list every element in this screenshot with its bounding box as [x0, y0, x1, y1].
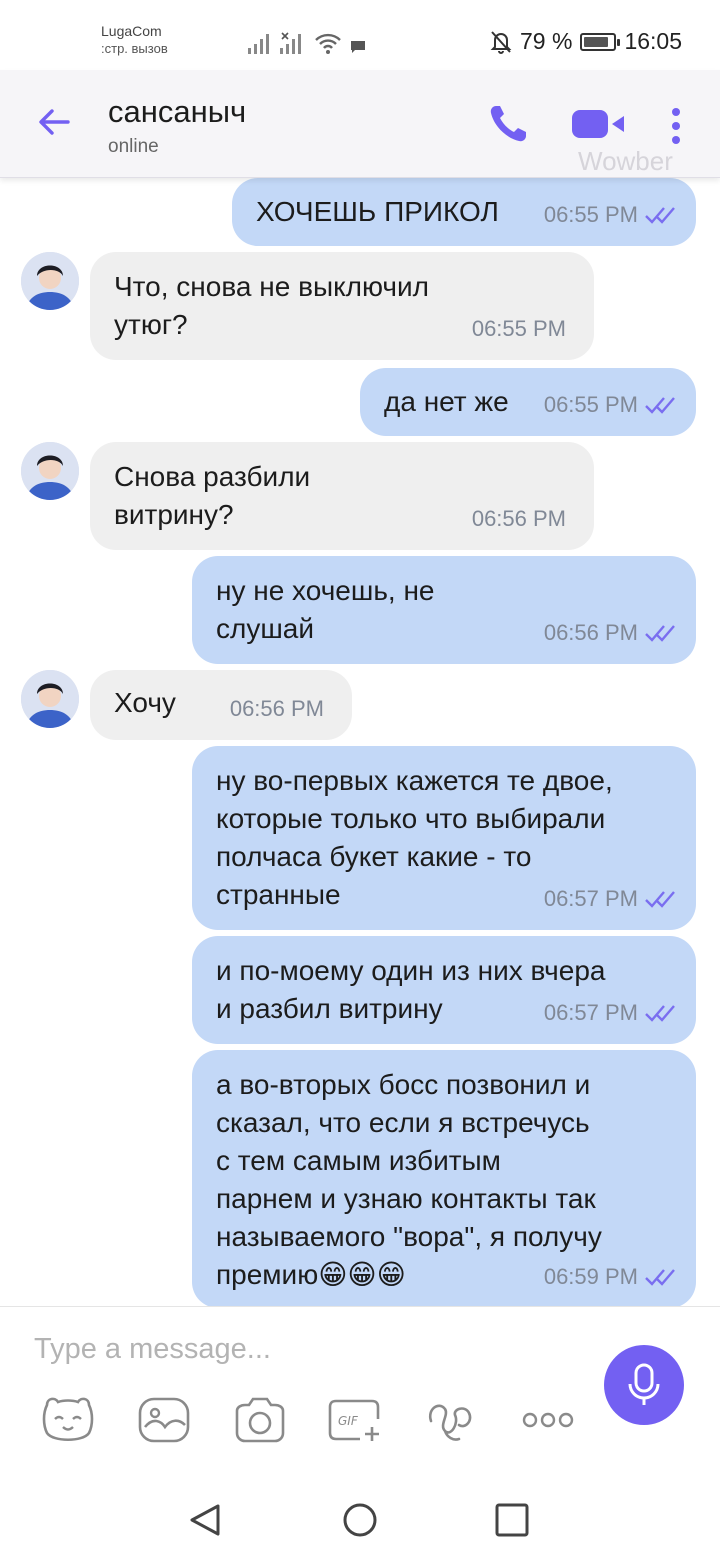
- message-input[interactable]: [34, 1329, 574, 1369]
- more-vert-icon[interactable]: [664, 104, 688, 148]
- carrier-info: LugaCom :стр. вызов: [101, 22, 168, 58]
- double-check-icon: [645, 397, 675, 414]
- microphone-icon: [628, 1363, 660, 1405]
- message-meta: 06:55 PM: [544, 196, 678, 234]
- watermark: Wowber: [578, 146, 673, 176]
- message-time: 06:56 PM: [471, 506, 566, 531]
- double-check-icon: [645, 207, 675, 224]
- gallery-icon: [138, 1397, 190, 1443]
- video-call-icon[interactable]: [570, 106, 628, 142]
- gif-icon: GIF: [328, 1399, 380, 1441]
- chat-header: сансаныч online Wowber: [0, 70, 720, 178]
- message-meta: 06:59 PM: [544, 1258, 678, 1296]
- message-incoming[interactable]: Хочу 06:56 PM: [90, 670, 352, 740]
- contact-name[interactable]: сансаныч: [108, 94, 246, 130]
- doodle-button[interactable]: [424, 1395, 480, 1445]
- message-outgoing[interactable]: ХОЧЕШЬ ПРИКОЛ 06:55 PM: [232, 178, 696, 246]
- gif-button[interactable]: GIF: [328, 1395, 384, 1445]
- sticker-button[interactable]: [40, 1395, 96, 1445]
- status-right: 79 % 16:05: [490, 28, 682, 55]
- camera-icon: [235, 1397, 285, 1443]
- message-meta: 06:55 PM: [472, 310, 566, 348]
- message-notification-icon: [351, 41, 365, 53]
- signal-icon: [248, 34, 269, 54]
- message-meta: 06:57 PM: [544, 880, 678, 918]
- message-time: 06:59 PM: [543, 1264, 638, 1289]
- carrier-name: LugaCom: [101, 23, 162, 39]
- avatar[interactable]: [21, 670, 79, 728]
- message-list[interactable]: ХОЧЕШЬ ПРИКОЛ 06:55 PM Что, снова не вык…: [0, 178, 720, 1306]
- avatar-photo: [21, 252, 79, 310]
- avatar[interactable]: [21, 252, 79, 310]
- clock: 16:05: [624, 28, 682, 54]
- double-check-icon: [645, 891, 675, 908]
- message-outgoing[interactable]: ну не хочешь, не слушай 06:56 PM: [192, 556, 696, 664]
- svg-text:GIF: GIF: [338, 1414, 359, 1428]
- message-time: 06:57 PM: [543, 886, 638, 911]
- message-time: 06:56 PM: [229, 696, 324, 721]
- system-nav-bar: [0, 1476, 720, 1560]
- bell-muted-icon: [490, 30, 512, 54]
- phone-call-icon[interactable]: [486, 102, 530, 146]
- camera-button[interactable]: [232, 1395, 288, 1445]
- doodle-icon: [428, 1404, 472, 1441]
- double-check-icon: [645, 1269, 675, 1286]
- message-time: 06:57 PM: [543, 1000, 638, 1025]
- gallery-button[interactable]: [136, 1395, 192, 1445]
- status-bar: LugaCom :стр. вызов 79 % 16:05: [0, 0, 720, 70]
- avatar-photo: [21, 442, 79, 500]
- message-incoming[interactable]: Снова разбили витрину? 06:56 PM: [90, 442, 594, 550]
- battery-percent: 79 %: [520, 28, 573, 54]
- message-meta: 06:56 PM: [544, 614, 678, 652]
- double-check-icon: [645, 625, 675, 642]
- double-check-icon: [645, 1005, 675, 1022]
- more-icon: [522, 1412, 574, 1428]
- status-icons: [248, 30, 366, 54]
- back-arrow-icon[interactable]: [32, 100, 76, 144]
- contact-status: online: [108, 136, 159, 157]
- composer: GIF: [0, 1306, 720, 1476]
- message-meta: 06:55 PM: [544, 386, 678, 424]
- message-meta: 06:57 PM: [544, 994, 678, 1032]
- message-outgoing[interactable]: ну во-первых кажется те двое, которые то…: [192, 746, 696, 930]
- avatar[interactable]: [21, 442, 79, 500]
- message-time: 06:56 PM: [543, 620, 638, 645]
- sticker-icon: [42, 1397, 94, 1442]
- message-outgoing[interactable]: да нет же 06:55 PM: [360, 368, 696, 436]
- message-outgoing[interactable]: а во-вторых босс позвонил и сказал, что …: [192, 1050, 696, 1306]
- battery-icon: [580, 32, 621, 51]
- recents-square-icon[interactable]: [492, 1500, 532, 1540]
- wifi-icon: [315, 33, 341, 54]
- back-triangle-icon[interactable]: [186, 1500, 226, 1540]
- avatar-photo: [21, 670, 79, 728]
- more-options-button[interactable]: [520, 1395, 576, 1445]
- message-time: 06:55 PM: [543, 202, 638, 227]
- message-meta: 06:56 PM: [472, 500, 566, 538]
- message-time: 06:55 PM: [471, 316, 566, 341]
- home-circle-icon[interactable]: [340, 1500, 380, 1540]
- message-time: 06:55 PM: [543, 392, 638, 417]
- signal-off-icon: [280, 32, 301, 54]
- carrier-sub: :стр. вызов: [101, 41, 168, 56]
- message-outgoing[interactable]: и по-моему один из них вчера и разбил ви…: [192, 936, 696, 1044]
- message-incoming[interactable]: Что, снова не выключил утюг? 06:55 PM: [90, 252, 594, 360]
- message-meta: 06:56 PM: [230, 690, 324, 728]
- voice-message-button[interactable]: [604, 1345, 684, 1425]
